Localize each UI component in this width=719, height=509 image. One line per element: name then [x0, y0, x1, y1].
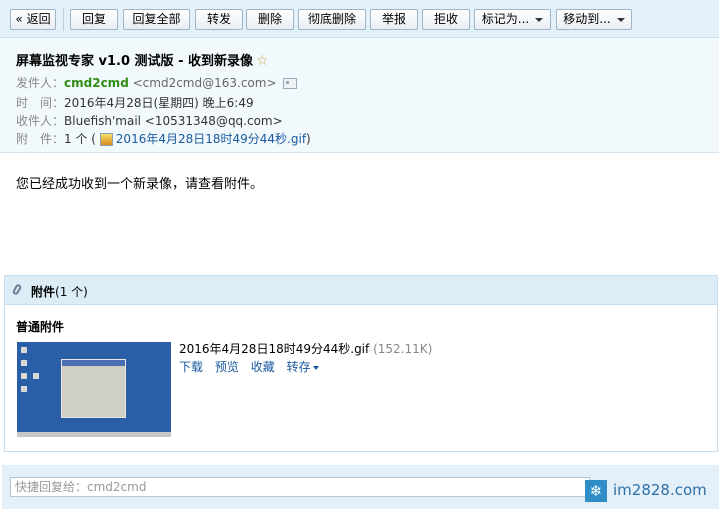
attachment-close-paren: ) — [306, 132, 311, 146]
watermark-text: im2828.com — [613, 481, 707, 499]
save-to-dropdown[interactable]: 转存 — [287, 360, 319, 374]
move-to-label: 移动到... — [563, 12, 611, 26]
attachment-count: 1 个 ( — [64, 132, 96, 146]
sender-row: 发件人：cmd2cmd <cmd2cmd@163.com> — [16, 74, 297, 91]
site-watermark: ❄ im2828.com — [585, 480, 713, 502]
move-to-dropdown[interactable]: 移动到... — [556, 9, 632, 30]
chevron-down-icon — [535, 17, 544, 22]
desktop-icon — [33, 373, 39, 379]
attachment-group-title: 普通附件 — [16, 320, 65, 334]
favorite-link[interactable]: 收藏 — [251, 360, 275, 374]
to-label: 收件人： — [16, 114, 65, 128]
email-body: 您已经成功收到一个新录像，请查看附件。 — [16, 177, 264, 192]
reject-button[interactable]: 拒收 — [422, 9, 470, 30]
contact-card-icon[interactable] — [282, 78, 297, 89]
email-header: 屏幕监视专家 v1.0 测试版 - 收到新录像 ☆ 发件人：cmd2cmd <cm… — [0, 38, 719, 153]
toolbar: « 返回 回复 回复全部 转发 删除 彻底删除 举报 拒收 标记为... 移动到… — [0, 0, 719, 38]
save-to-label: 转存 — [286, 360, 311, 374]
toolbar-separator — [63, 8, 64, 31]
delete-button[interactable]: 删除 — [246, 9, 294, 30]
desktop-icon — [21, 360, 27, 366]
image-file-icon — [99, 133, 113, 146]
mark-as-label: 标记为... — [481, 12, 530, 26]
taskbar-preview — [17, 432, 171, 437]
snowflake-logo-icon: ❄ — [585, 480, 607, 502]
desktop-icon — [21, 373, 27, 379]
recipient-row: 收件人：Bluefish'mail <10531348@qq.com> — [16, 112, 283, 129]
from-label: 发件人： — [16, 76, 65, 90]
desktop-icon — [21, 347, 27, 353]
attachments-panel: 附件(1 个) 普通附件 2016年4月28日18时49分44秒.gif (15… — [4, 275, 718, 452]
report-button[interactable]: 举报 — [370, 9, 418, 30]
attachment-file-name: 2016年4月28日18时49分44秒.gif (152.11K) — [179, 340, 432, 357]
mark-as-dropdown[interactable]: 标记为... — [474, 9, 551, 30]
reply-all-button[interactable]: 回复全部 — [123, 9, 190, 30]
reply-button[interactable]: 回复 — [70, 9, 118, 30]
attachment-label: 附 件： — [16, 132, 65, 146]
paperclip-icon — [11, 283, 23, 296]
time-label: 时 间： — [16, 96, 65, 110]
file-size: (152.11K) — [373, 342, 433, 356]
time-value: 2016年4月28日(星期四) 晚上6:49 — [64, 96, 254, 110]
attachment-row: 附 件：1 个 ( 2016年4月28日18时49分44秒.gif) — [16, 130, 311, 147]
attachment-link[interactable]: 2016年4月28日18时49分44秒.gif — [116, 132, 306, 146]
attachment-thumbnail[interactable] — [17, 342, 171, 437]
sender-address: <cmd2cmd@163.com> — [132, 76, 277, 90]
attachments-count: (1 个) — [55, 285, 88, 299]
back-button[interactable]: « 返回 — [10, 9, 56, 30]
desktop-icon — [21, 386, 27, 392]
quick-reply-input[interactable] — [10, 477, 590, 497]
attachments-title: 附件(1 个) — [31, 283, 88, 300]
subject-text: 屏幕监视专家 v1.0 测试版 - 收到新录像 — [16, 54, 254, 69]
forward-button[interactable]: 转发 — [195, 9, 243, 30]
download-link[interactable]: 下载 — [179, 360, 203, 374]
attachments-title-text: 附件 — [31, 285, 56, 299]
chevron-down-icon — [312, 365, 319, 370]
star-icon[interactable]: ☆ — [256, 53, 269, 69]
preview-link[interactable]: 预览 — [215, 360, 239, 374]
dialog-window-preview — [61, 359, 126, 418]
email-subject: 屏幕监视专家 v1.0 测试版 - 收到新录像 ☆ — [16, 50, 269, 69]
delete-permanently-button[interactable]: 彻底删除 — [298, 9, 366, 30]
file-name-text: 2016年4月28日18时49分44秒.gif — [179, 342, 370, 356]
attachment-actions: 下载 预览 收藏 转存 — [179, 358, 327, 375]
recipient-value: Bluefish'mail <10531348@qq.com> — [64, 114, 283, 128]
sender-name[interactable]: cmd2cmd — [64, 76, 129, 90]
time-row: 时 间：2016年4月28日(星期四) 晚上6:49 — [16, 94, 254, 111]
attachments-header: 附件(1 个) — [5, 276, 717, 305]
chevron-down-icon — [616, 17, 625, 22]
